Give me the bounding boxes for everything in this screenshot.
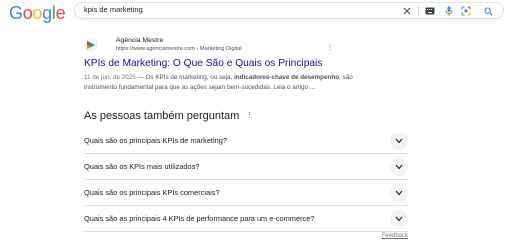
snippet-text: — Os KPIs de marketing, ou seja, — [135, 74, 235, 81]
keyboard-icon[interactable] — [425, 6, 435, 16]
paa-question-text: Quais são os principais KPIs de marketin… — [84, 136, 227, 145]
search-input[interactable]: kpis de marketing — [84, 5, 143, 14]
paa-question[interactable]: Quais são os principais KPIs de marketin… — [84, 128, 408, 154]
logo-letter: g — [42, 3, 52, 23]
logo-letter: e — [55, 3, 66, 23]
paa-question[interactable]: Quais são os principais KPIs comerciais? — [84, 180, 408, 206]
paa-question[interactable]: Quais são os KPIs mais utilizados? — [84, 154, 408, 180]
result-snippet: 11 de jun. de 2025 — Os KPIs de marketin… — [84, 73, 384, 93]
chevron-down-icon[interactable] — [390, 158, 408, 176]
site-name: Agência Mestre — [116, 37, 164, 44]
lens-icon[interactable] — [461, 6, 471, 16]
divider — [418, 6, 419, 16]
chevron-down-icon[interactable] — [390, 132, 408, 150]
more-options-icon[interactable]: ⋮ — [246, 111, 253, 119]
paa-question-text: Quais são os principais KPIs comerciais? — [84, 188, 220, 197]
logo-letter: o — [22, 3, 33, 23]
people-also-ask-title: As pessoas também perguntam — [84, 110, 240, 122]
logo-letter: G — [9, 3, 23, 23]
more-options-icon[interactable]: ⋮ — [327, 45, 333, 51]
people-also-ask-list: Quais são os principais KPIs de marketin… — [84, 128, 408, 232]
logo-letter: o — [32, 3, 43, 23]
paa-question-text: Quais são as principais 4 KPIs de perfor… — [84, 214, 315, 223]
search-result: Agência Mestre https://www.agenciamestre… — [84, 37, 384, 91]
site-favicon-icon — [84, 38, 98, 52]
feedback-link[interactable]: Feedback — [382, 233, 408, 239]
paa-question[interactable]: Quais são as principais 4 KPIs de perfor… — [84, 206, 408, 232]
paa-question-text: Quais são os KPIs mais utilizados? — [84, 162, 200, 171]
snippet-highlight: indicadores-chave de desempenho — [234, 74, 340, 81]
result-title-link[interactable]: KPIs de Marketing: O Que São e Quais os … — [84, 58, 322, 69]
chevron-down-icon[interactable] — [390, 184, 408, 202]
search-bar[interactable]: kpis de marketing — [74, 2, 504, 19]
result-date: 11 de jun. de 2025 — [84, 74, 136, 81]
close-icon[interactable] — [402, 6, 412, 16]
result-site-row[interactable]: Agência Mestre https://www.agenciamestre… — [84, 37, 384, 56]
google-logo[interactable]: Google — [9, 3, 66, 24]
site-url: https://www.agenciamestre.com › Marketin… — [116, 45, 242, 52]
chevron-down-icon[interactable] — [390, 210, 408, 228]
microphone-icon[interactable] — [444, 6, 454, 16]
search-icon[interactable] — [483, 6, 493, 16]
